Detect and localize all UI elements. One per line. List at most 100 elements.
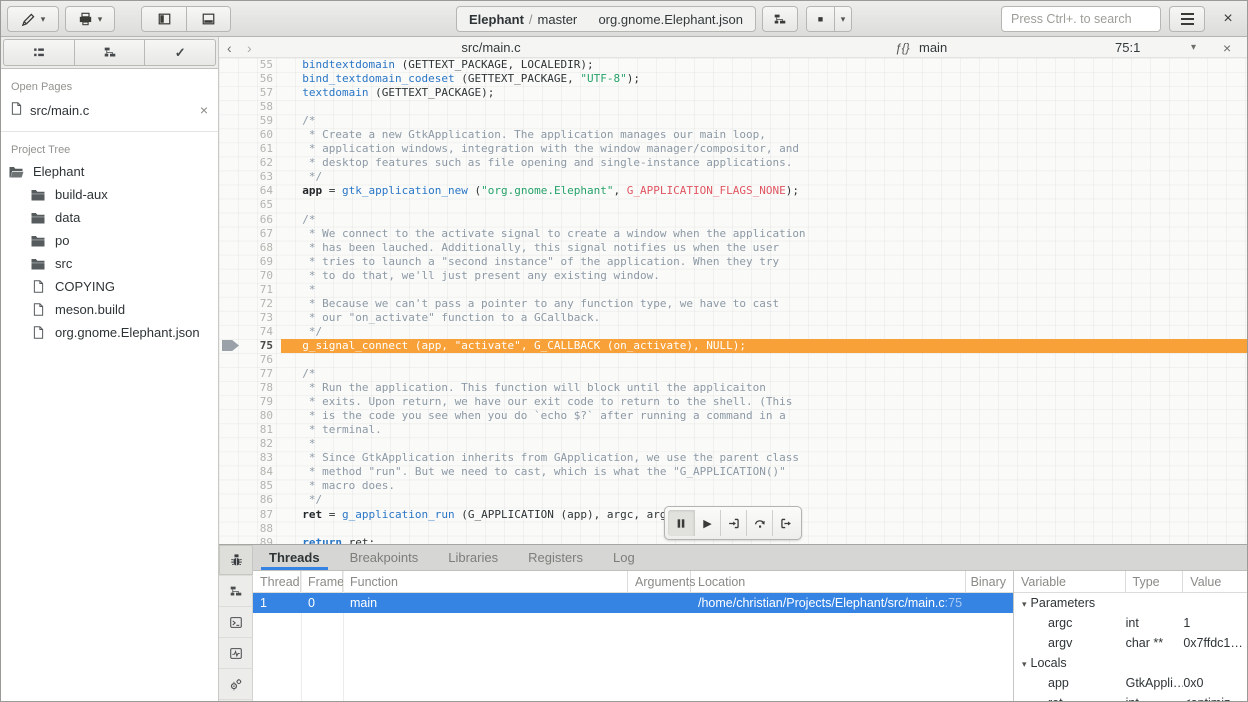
code-text (281, 353, 1248, 367)
thread-cell: main (343, 596, 628, 610)
code-text: * (281, 283, 1248, 297)
column-header-thread[interactable]: Thread (253, 571, 301, 592)
folder-icon (31, 258, 45, 270)
run-options-button[interactable]: ▾ (834, 7, 851, 31)
code-line: 61 * application windows, integration wi… (219, 142, 1248, 156)
tree-item-label: build-aux (55, 187, 108, 202)
tab-libraries[interactable]: Libraries (446, 545, 500, 570)
variable-row[interactable]: argcint1 (1014, 613, 1248, 633)
code-text: * (281, 437, 1248, 451)
tree-item-copying[interactable]: COPYING (1, 275, 218, 298)
column-header-variable[interactable]: Variable (1014, 571, 1126, 592)
toggle-left-panel-button[interactable] (142, 7, 186, 31)
tab-registers[interactable]: Registers (526, 545, 585, 570)
back-icon[interactable]: ‹ (227, 37, 232, 58)
column-header-location[interactable]: Location (691, 571, 966, 592)
panel-body: ThreadFrameFunctionArgumentsLocationBina… (253, 571, 1248, 702)
variable-group-row[interactable]: ▾Locals (1014, 653, 1248, 673)
hierarchy-icon (103, 46, 117, 59)
code-line: 66 /* (219, 213, 1248, 227)
pipeline-panel-button[interactable] (219, 576, 253, 607)
sidebar-tab-strip: ✓ (1, 37, 218, 69)
menu-button[interactable] (1169, 6, 1205, 32)
step-over-icon (753, 517, 767, 530)
tree-item-src[interactable]: src (1, 252, 218, 275)
code-text: * Run the application. This function wil… (281, 381, 1248, 395)
thread-location: /home/christian/Projects/Elephant/src/ma… (691, 596, 966, 610)
tree-item-label: data (55, 210, 80, 225)
terminal-icon (229, 616, 243, 629)
column-header-frame[interactable]: Frame (301, 571, 343, 592)
current-function[interactable]: main (919, 37, 947, 58)
sidebar-tab-todo[interactable]: ✓ (145, 39, 216, 66)
editor-close-icon[interactable]: × (1223, 37, 1231, 58)
debugger-panel-button[interactable] (219, 545, 253, 576)
step-over-button[interactable] (746, 510, 772, 536)
build-pipeline-button[interactable] (762, 6, 798, 32)
column-header-arguments[interactable]: Arguments (628, 571, 691, 592)
pen-icon (21, 12, 36, 27)
expander-icon[interactable]: ▾ (1022, 599, 1027, 609)
editor-options-icon[interactable]: ▾ (1191, 37, 1196, 58)
code-line: 74 */ (219, 325, 1248, 339)
code-view[interactable]: 55 bindtextdomain (GETTEXT_PACKAGE, LOCA… (219, 58, 1248, 544)
tab-log[interactable]: Log (611, 545, 637, 570)
line-number: 61 (219, 142, 281, 156)
tree-item-meson-build[interactable]: meson.build (1, 298, 218, 321)
code-line: 57 textdomain (GETTEXT_PACKAGE); (219, 86, 1248, 100)
window-close-button[interactable]: × (1213, 6, 1243, 32)
continue-button[interactable]: ▶ (694, 510, 720, 536)
column-header-function[interactable]: Function (343, 571, 628, 592)
line-number: 58 (219, 100, 281, 114)
sidebar-tab-pages[interactable] (3, 39, 75, 66)
column-header-value[interactable]: Value (1183, 571, 1248, 592)
stop-button[interactable]: ■ (807, 7, 834, 31)
processes-panel-button[interactable] (219, 669, 253, 700)
tab-breakpoints[interactable]: Breakpoints (348, 545, 421, 570)
code-line: 59 /* (219, 114, 1248, 128)
open-page-item[interactable]: src/main.c × (1, 97, 218, 123)
tree-item-build-aux[interactable]: build-aux (1, 183, 218, 206)
step-in-button[interactable] (720, 510, 746, 536)
variable-row[interactable]: appGtkAppli…0x0 (1014, 673, 1248, 693)
column-header-type[interactable]: Type (1126, 571, 1184, 592)
variable-group-row[interactable]: ▾Parameters (1014, 593, 1248, 613)
pause-button[interactable] (668, 510, 694, 536)
folder-open-icon (9, 166, 23, 178)
variable-value: 0x7ffdc1… (1183, 636, 1248, 650)
variable-name: ▾Locals (1014, 656, 1126, 670)
expander-icon[interactable]: ▾ (1022, 659, 1027, 669)
sidebar-tab-tree[interactable] (75, 39, 146, 66)
code-line: 73 * our "on_activate" function to a GCa… (219, 311, 1248, 325)
omnibar[interactable]: Elephant / master org.gnome.Elephant.jso… (456, 6, 756, 32)
tab-threads[interactable]: Threads (267, 545, 322, 570)
tree-item-org-gnome-elephant-json[interactable]: org.gnome.Elephant.json (1, 321, 218, 344)
device-selector-button[interactable]: ▾ (65, 6, 115, 32)
forward-icon[interactable]: › (247, 37, 252, 58)
tree-item-data[interactable]: data (1, 206, 218, 229)
editor-mode-button[interactable]: ▾ (7, 6, 59, 32)
variable-row[interactable]: retint<optimiz… (1014, 693, 1248, 702)
tree-item-label: meson.build (55, 302, 125, 317)
file-icon (31, 326, 45, 339)
code-line: 62 * desktop features such as file openi… (219, 156, 1248, 170)
close-page-icon[interactable]: × (200, 102, 208, 118)
threads-header: ThreadFrameFunctionArgumentsLocationBina… (253, 571, 1013, 593)
variables-header: VariableTypeValue (1014, 571, 1248, 593)
column-header-binary[interactable]: Binary (966, 571, 1013, 592)
toggle-bottom-panel-button[interactable] (186, 7, 230, 31)
variable-row[interactable]: argvchar **0x7ffdc1… (1014, 633, 1248, 653)
editor-area: ‹ › src/main.c ƒ{} main 75:1 ▾ × 55 bind… (219, 37, 1248, 544)
thread-row[interactable]: 10main/home/christian/Projects/Elephant/… (253, 593, 1013, 613)
variable-name: argc (1014, 616, 1126, 630)
code-line: 76 (219, 353, 1248, 367)
code-text: * is the code you see when you do `echo … (281, 409, 1248, 423)
code-text: g_signal_connect (app, "activate", G_CAL… (281, 339, 1248, 353)
tree-item-po[interactable]: po (1, 229, 218, 252)
code-text: bindtextdomain (GETTEXT_PACKAGE, LOCALED… (281, 58, 1248, 72)
terminal-panel-button[interactable] (219, 607, 253, 638)
output-panel-button[interactable] (219, 638, 253, 669)
search-input[interactable] (1001, 6, 1161, 32)
step-out-button[interactable] (772, 510, 798, 536)
tree-item-elephant[interactable]: Elephant (1, 160, 218, 183)
